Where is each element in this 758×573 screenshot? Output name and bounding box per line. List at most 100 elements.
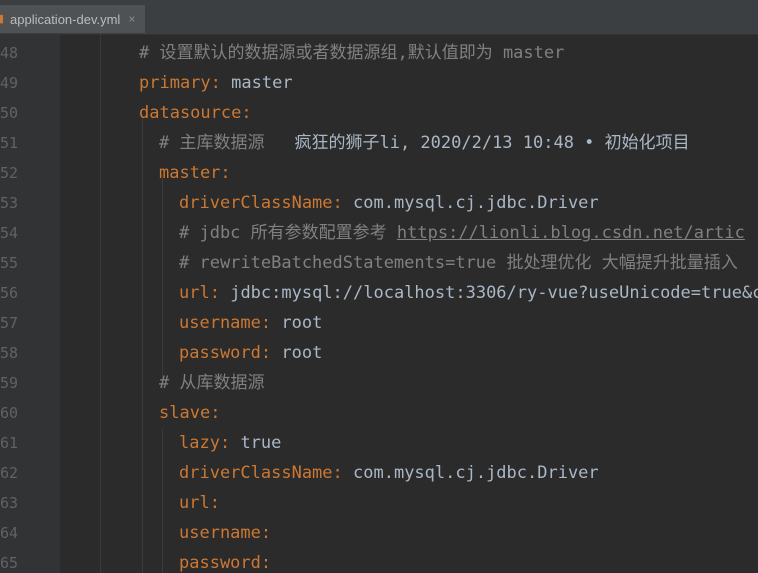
yaml-value: root bbox=[271, 313, 323, 333]
yaml-key: slave bbox=[159, 403, 211, 423]
yaml-key: password bbox=[179, 343, 261, 363]
code-line[interactable]: 50 datasource: bbox=[0, 98, 758, 128]
yaml-value: com.mysql.cj.jdbc.Driver bbox=[342, 193, 599, 213]
code-text: lazy: true bbox=[179, 428, 281, 458]
code-line[interactable]: 60 slave: bbox=[0, 398, 758, 428]
yaml-key: url bbox=[179, 283, 210, 303]
code-line[interactable]: 61 lazy: true bbox=[0, 428, 758, 458]
yaml-key: url bbox=[179, 493, 210, 513]
yaml-key: username bbox=[179, 313, 261, 333]
line-number: 64 bbox=[0, 524, 18, 542]
yaml-key: datasource bbox=[139, 103, 242, 123]
yaml-colon: : bbox=[332, 463, 343, 483]
line-number: 63 bbox=[0, 494, 18, 512]
line-number: 54 bbox=[0, 224, 18, 242]
code-line[interactable]: 57 username: root bbox=[0, 308, 758, 338]
code-text: url: bbox=[179, 488, 220, 518]
yaml-comment: # jdbc 所有参数配置参考 bbox=[179, 223, 397, 243]
line-number: 50 bbox=[0, 104, 18, 122]
yaml-colon: : bbox=[260, 343, 272, 363]
line-number: 62 bbox=[0, 464, 18, 482]
code-text: username: bbox=[179, 518, 271, 548]
code-line[interactable]: 56 url: jdbc:mysql://localhost:3306/ry-vu… bbox=[0, 278, 758, 308]
yaml-colon: : bbox=[209, 283, 220, 303]
code-text: primary: master bbox=[139, 68, 293, 98]
git-blame-annotation: 疯狂的狮子li, 2020/2/13 10:48 • 初始化项目 bbox=[294, 133, 690, 153]
yaml-colon: : bbox=[260, 313, 272, 333]
yaml-colon: : bbox=[219, 433, 231, 453]
editor-tab-bar: ▮ application-dev.yml × bbox=[0, 0, 758, 35]
yaml-colon: : bbox=[332, 193, 343, 213]
code-text: # 主库数据源 疯狂的狮子li, 2020/2/13 10:48 • 初始化项目 bbox=[159, 128, 690, 158]
line-number: 52 bbox=[0, 164, 18, 182]
yaml-colon: : bbox=[210, 403, 221, 423]
code-line[interactable]: 64 username: bbox=[0, 518, 758, 548]
line-number: 55 bbox=[0, 254, 18, 272]
code-text: url: jdbc:mysql://localhost:3306/ry-vue?… bbox=[179, 278, 758, 308]
line-number: 51 bbox=[0, 134, 18, 152]
code-line[interactable]: 52 master: bbox=[0, 158, 758, 188]
code-text: # 从库数据源 bbox=[159, 368, 264, 398]
yaml-colon: : bbox=[241, 103, 252, 123]
yaml-comment: # 设置默认的数据源或者数据源组,默认值即为 master bbox=[139, 43, 565, 63]
yaml-colon: : bbox=[210, 73, 221, 93]
yaml-key: driverClassName bbox=[179, 463, 333, 483]
close-tab-icon[interactable]: × bbox=[128, 12, 135, 26]
code-text: # 设置默认的数据源或者数据源组,默认值即为 master bbox=[139, 38, 564, 68]
yaml-key: password bbox=[179, 553, 261, 573]
yaml-colon: : bbox=[220, 163, 231, 183]
code-editor[interactable]: 48 # 设置默认的数据源或者数据源组,默认值即为 master 49 primary… bbox=[0, 34, 758, 573]
code-line[interactable]: 65 password: bbox=[0, 548, 758, 573]
line-number: 57 bbox=[0, 314, 18, 332]
yaml-value: root bbox=[271, 343, 323, 363]
line-number: 49 bbox=[0, 74, 18, 92]
code-line[interactable]: 59 # 从库数据源 bbox=[0, 368, 758, 398]
yaml-key: username bbox=[179, 523, 261, 543]
yaml-colon: : bbox=[209, 493, 220, 513]
code-text: master: bbox=[159, 158, 231, 188]
yaml-comment: # rewriteBatchedStatements=true 批处理优化 大幅… bbox=[179, 253, 738, 273]
code-line[interactable]: 51 # 主库数据源 疯狂的狮子li, 2020/2/13 10:48 • 初始化项… bbox=[0, 128, 758, 158]
yaml-value: master bbox=[220, 73, 293, 93]
code-text: datasource: bbox=[139, 98, 252, 128]
code-text: # jdbc 所有参数配置参考 https://lionli.blog.csdn… bbox=[179, 218, 745, 248]
code-text: password: bbox=[179, 548, 271, 573]
code-line[interactable]: 48 # 设置默认的数据源或者数据源组,默认值即为 master bbox=[0, 38, 758, 68]
code-line[interactable]: 58 password: root bbox=[0, 338, 758, 368]
yaml-key: lazy bbox=[179, 433, 220, 453]
yaml-key: primary bbox=[139, 73, 211, 93]
line-number: 56 bbox=[0, 284, 18, 302]
yaml-key: driverClassName bbox=[179, 193, 333, 213]
line-number: 58 bbox=[0, 344, 18, 362]
code-text: driverClassName: com.mysql.cj.jdbc.Drive… bbox=[179, 188, 599, 218]
code-text: driverClassName: com.mysql.cj.jdbc.Drive… bbox=[179, 458, 599, 488]
code-line[interactable]: 55 # rewriteBatchedStatements=true 批处理优化 … bbox=[0, 248, 758, 278]
tab-application-dev-yml[interactable]: ▮ application-dev.yml × bbox=[0, 5, 145, 33]
code-line[interactable]: 49 primary: master bbox=[0, 68, 758, 98]
line-number: 65 bbox=[0, 554, 18, 572]
code-text: # rewriteBatchedStatements=true 批处理优化 大幅… bbox=[179, 248, 738, 278]
code-line[interactable]: 54 # jdbc 所有参数配置参考 https://lionli.blog.cs… bbox=[0, 218, 758, 248]
code-line[interactable]: 53 driverClassName: com.mysql.cj.jdbc.Dri… bbox=[0, 188, 758, 218]
yaml-value: com.mysql.cj.jdbc.Driver bbox=[342, 463, 599, 483]
yaml-value: jdbc:mysql://localhost:3306/ry-vue?useUn… bbox=[219, 283, 758, 303]
line-number: 53 bbox=[0, 194, 18, 212]
yaml-value: true bbox=[230, 433, 282, 453]
line-number: 59 bbox=[0, 374, 18, 392]
line-number: 61 bbox=[0, 434, 18, 452]
tab-title: application-dev.yml bbox=[10, 11, 121, 27]
code-text: password: root bbox=[179, 338, 322, 368]
code-line[interactable]: 63 url: bbox=[0, 488, 758, 518]
code-text: slave: bbox=[159, 398, 220, 428]
code-line[interactable]: 62 driverClassName: com.mysql.cj.jdbc.Dri… bbox=[0, 458, 758, 488]
line-number: 48 bbox=[0, 44, 18, 62]
yaml-comment: # 主库数据源 bbox=[159, 133, 265, 153]
yaml-comment: # 从库数据源 bbox=[159, 373, 265, 393]
yaml-key: master bbox=[159, 163, 221, 183]
comment-link[interactable]: https://lionli.blog.csdn.net/artic bbox=[397, 223, 745, 243]
yaml-file-icon: ▮ bbox=[0, 13, 5, 25]
yaml-colon: : bbox=[260, 523, 272, 543]
code-text: username: root bbox=[179, 308, 322, 338]
line-number: 60 bbox=[0, 404, 18, 422]
yaml-colon: : bbox=[260, 553, 272, 573]
